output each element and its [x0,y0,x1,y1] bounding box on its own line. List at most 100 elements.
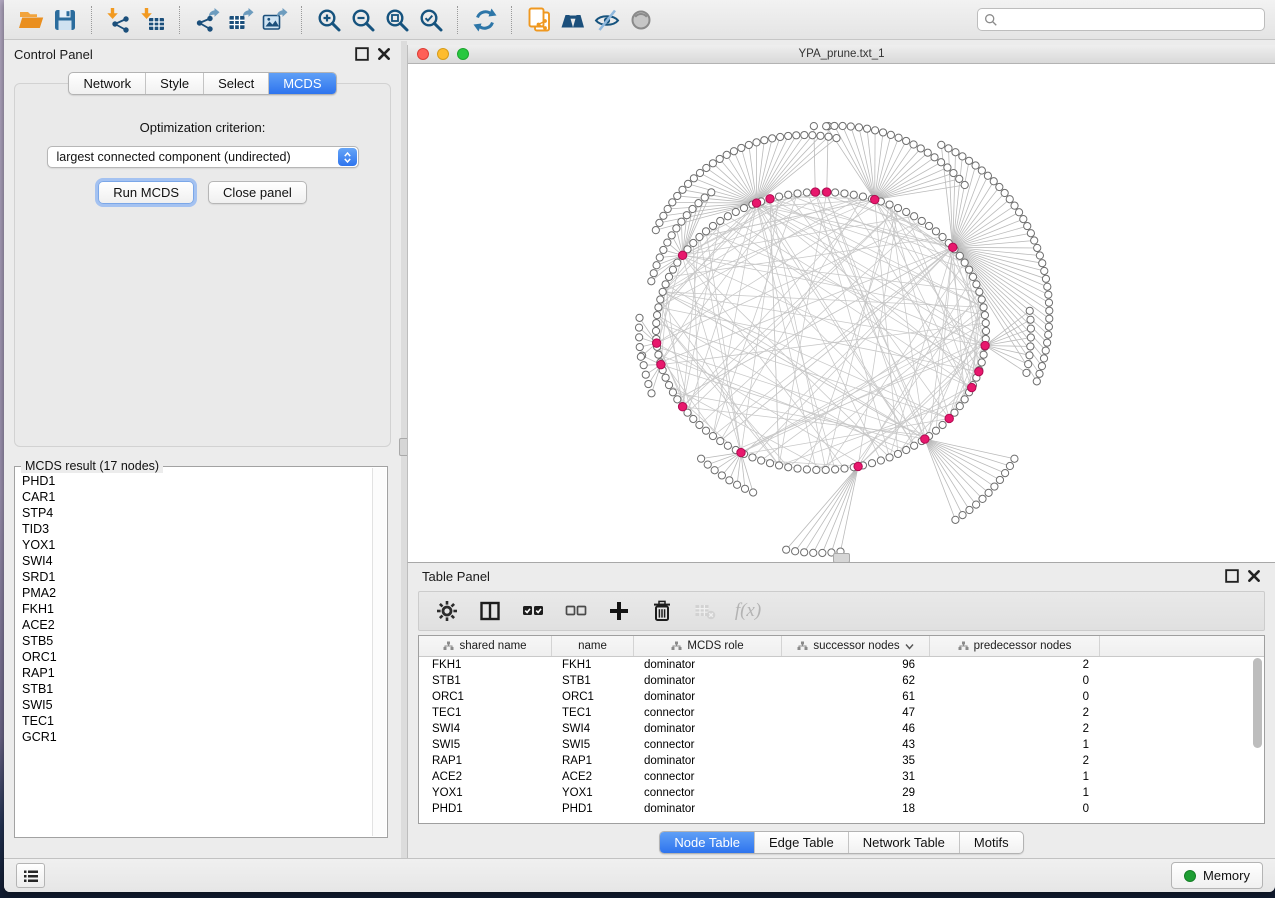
column-header-predecessor-nodes[interactable]: predecessor nodes [930,636,1100,656]
network-window-titlebar[interactable]: YPA_prune.txt_1 [408,45,1275,64]
mcds-hub-node[interactable] [981,341,989,349]
table-row[interactable]: SWI5SWI5connector431 [419,737,1264,753]
network-graph[interactable] [408,64,1275,562]
zoom-out-button[interactable] [346,4,380,36]
minimize-window-icon[interactable] [437,48,449,60]
mcds-result-item[interactable]: FKH1 [16,601,373,617]
save-session-button[interactable] [48,4,82,36]
tab-select[interactable]: Select [203,73,268,94]
mcds-hub-node[interactable] [657,360,665,368]
network-canvas[interactable] [408,64,1275,562]
mcds-hub-node[interactable] [678,403,686,411]
table-tab-network-table[interactable]: Network Table [848,832,959,853]
export-image-button[interactable] [258,4,292,36]
table-row[interactable]: PHD1PHD1dominator180 [419,801,1264,817]
add-column-button[interactable] [607,599,631,623]
mcds-result-item[interactable]: TEC1 [16,713,373,729]
table-tab-motifs[interactable]: Motifs [959,832,1023,853]
zoom-window-icon[interactable] [457,48,469,60]
first-neighbors-button[interactable] [556,4,590,36]
mcds-hub-node[interactable] [949,243,957,251]
column-header-successor-nodes[interactable]: successor nodes [782,636,930,656]
optimization-criterion-select[interactable]: largest connected component (undirected) [47,146,359,168]
export-table-button[interactable] [224,4,258,36]
mcds-hub-node[interactable] [766,195,774,203]
mcds-result-item[interactable]: SRD1 [16,569,373,585]
column-header-shared-name[interactable]: shared name [419,636,552,656]
mcds-result-item[interactable]: PMA2 [16,585,373,601]
mcds-list-scrollbar[interactable] [372,468,386,836]
table-options-button[interactable] [435,599,459,623]
mcds-hub-node[interactable] [968,383,976,391]
table-row[interactable]: SWI4SWI4dominator462 [419,721,1264,737]
table-tab-edge-table[interactable]: Edge Table [754,832,848,853]
table-row[interactable]: STB1STB1dominator620 [419,673,1264,689]
mcds-hub-node[interactable] [871,195,879,203]
table-row[interactable]: RAP1RAP1dominator352 [419,753,1264,769]
mcds-hub-node[interactable] [737,448,745,456]
mcds-hub-node[interactable] [975,367,983,375]
zoom-in-button[interactable] [312,4,346,36]
tab-style[interactable]: Style [145,73,203,94]
mcds-result-item[interactable]: STB1 [16,681,373,697]
mcds-result-list[interactable]: PHD1CAR1STP4TID3YOX1SWI4SRD1PMA2FKH1ACE2… [16,473,373,836]
float-panel-icon[interactable] [355,47,369,61]
select-all-button[interactable] [521,599,545,623]
column-header-name[interactable]: name [552,636,634,656]
table-row[interactable]: FKH1FKH1dominator962 [419,657,1264,673]
mcds-hub-node[interactable] [945,414,953,422]
search-box[interactable] [977,8,1265,31]
close-panel-icon[interactable] [377,47,391,61]
table-row[interactable]: YOX1YOX1connector291 [419,785,1264,801]
table-row[interactable]: ORC1ORC1dominator610 [419,689,1264,705]
import-network-button[interactable] [102,4,136,36]
mcds-hub-node[interactable] [678,251,686,259]
mcds-result-item[interactable]: YOX1 [16,537,373,553]
memory-button[interactable]: Memory [1171,862,1263,889]
run-mcds-button[interactable]: Run MCDS [98,181,194,204]
mcds-result-item[interactable]: SWI5 [16,697,373,713]
table-row[interactable]: TEC1TEC1connector472 [419,705,1264,721]
mcds-hub-node[interactable] [854,462,862,470]
mcds-result-item[interactable]: ORC1 [16,649,373,665]
float-table-panel-icon[interactable] [1225,569,1239,583]
mcds-hub-node[interactable] [652,339,660,347]
close-table-panel-icon[interactable] [1247,569,1261,583]
mcds-hub-node[interactable] [921,435,929,443]
mcds-result-item[interactable]: STB5 [16,633,373,649]
mcds-result-item[interactable]: SWI4 [16,553,373,569]
zoom-selected-button[interactable] [414,4,448,36]
task-history-button[interactable] [16,863,45,888]
show-all-button[interactable] [624,4,658,36]
mcds-hub-node[interactable] [823,188,831,196]
mcds-result-item[interactable]: GCR1 [16,729,373,745]
tab-mcds[interactable]: MCDS [268,73,335,94]
tab-network[interactable]: Network [69,73,145,94]
new-network-from-selection-button[interactable] [522,4,556,36]
deselect-all-button[interactable] [564,599,588,623]
open-session-button[interactable] [14,4,48,36]
hide-selected-button[interactable] [590,4,624,36]
table-tab-node-table[interactable]: Node Table [660,832,754,853]
mcds-result-item[interactable]: STP4 [16,505,373,521]
apply-layout-button[interactable] [468,4,502,36]
mcds-result-item[interactable]: PHD1 [16,473,373,489]
close-window-icon[interactable] [417,48,429,60]
search-input[interactable] [1003,12,1264,28]
mcds-result-item[interactable]: CAR1 [16,489,373,505]
delete-column-button[interactable] [650,599,674,623]
table-scrollbar-thumb[interactable] [1253,658,1262,748]
close-panel-button[interactable]: Close panel [208,181,307,204]
toggle-columns-button[interactable] [478,599,502,623]
column-header-MCDS-role[interactable]: MCDS role [634,636,782,656]
table-row[interactable]: ACE2ACE2connector311 [419,769,1264,785]
mcds-hub-node[interactable] [752,199,760,207]
mcds-hub-node[interactable] [811,188,819,196]
mcds-result-item[interactable]: RAP1 [16,665,373,681]
import-table-button[interactable] [136,4,170,36]
export-network-button[interactable] [190,4,224,36]
node-table[interactable]: shared namenameMCDS rolesuccessor nodesp… [418,635,1265,824]
zoom-fit-button[interactable] [380,4,414,36]
mcds-result-item[interactable]: TID3 [16,521,373,537]
mcds-result-item[interactable]: ACE2 [16,617,373,633]
